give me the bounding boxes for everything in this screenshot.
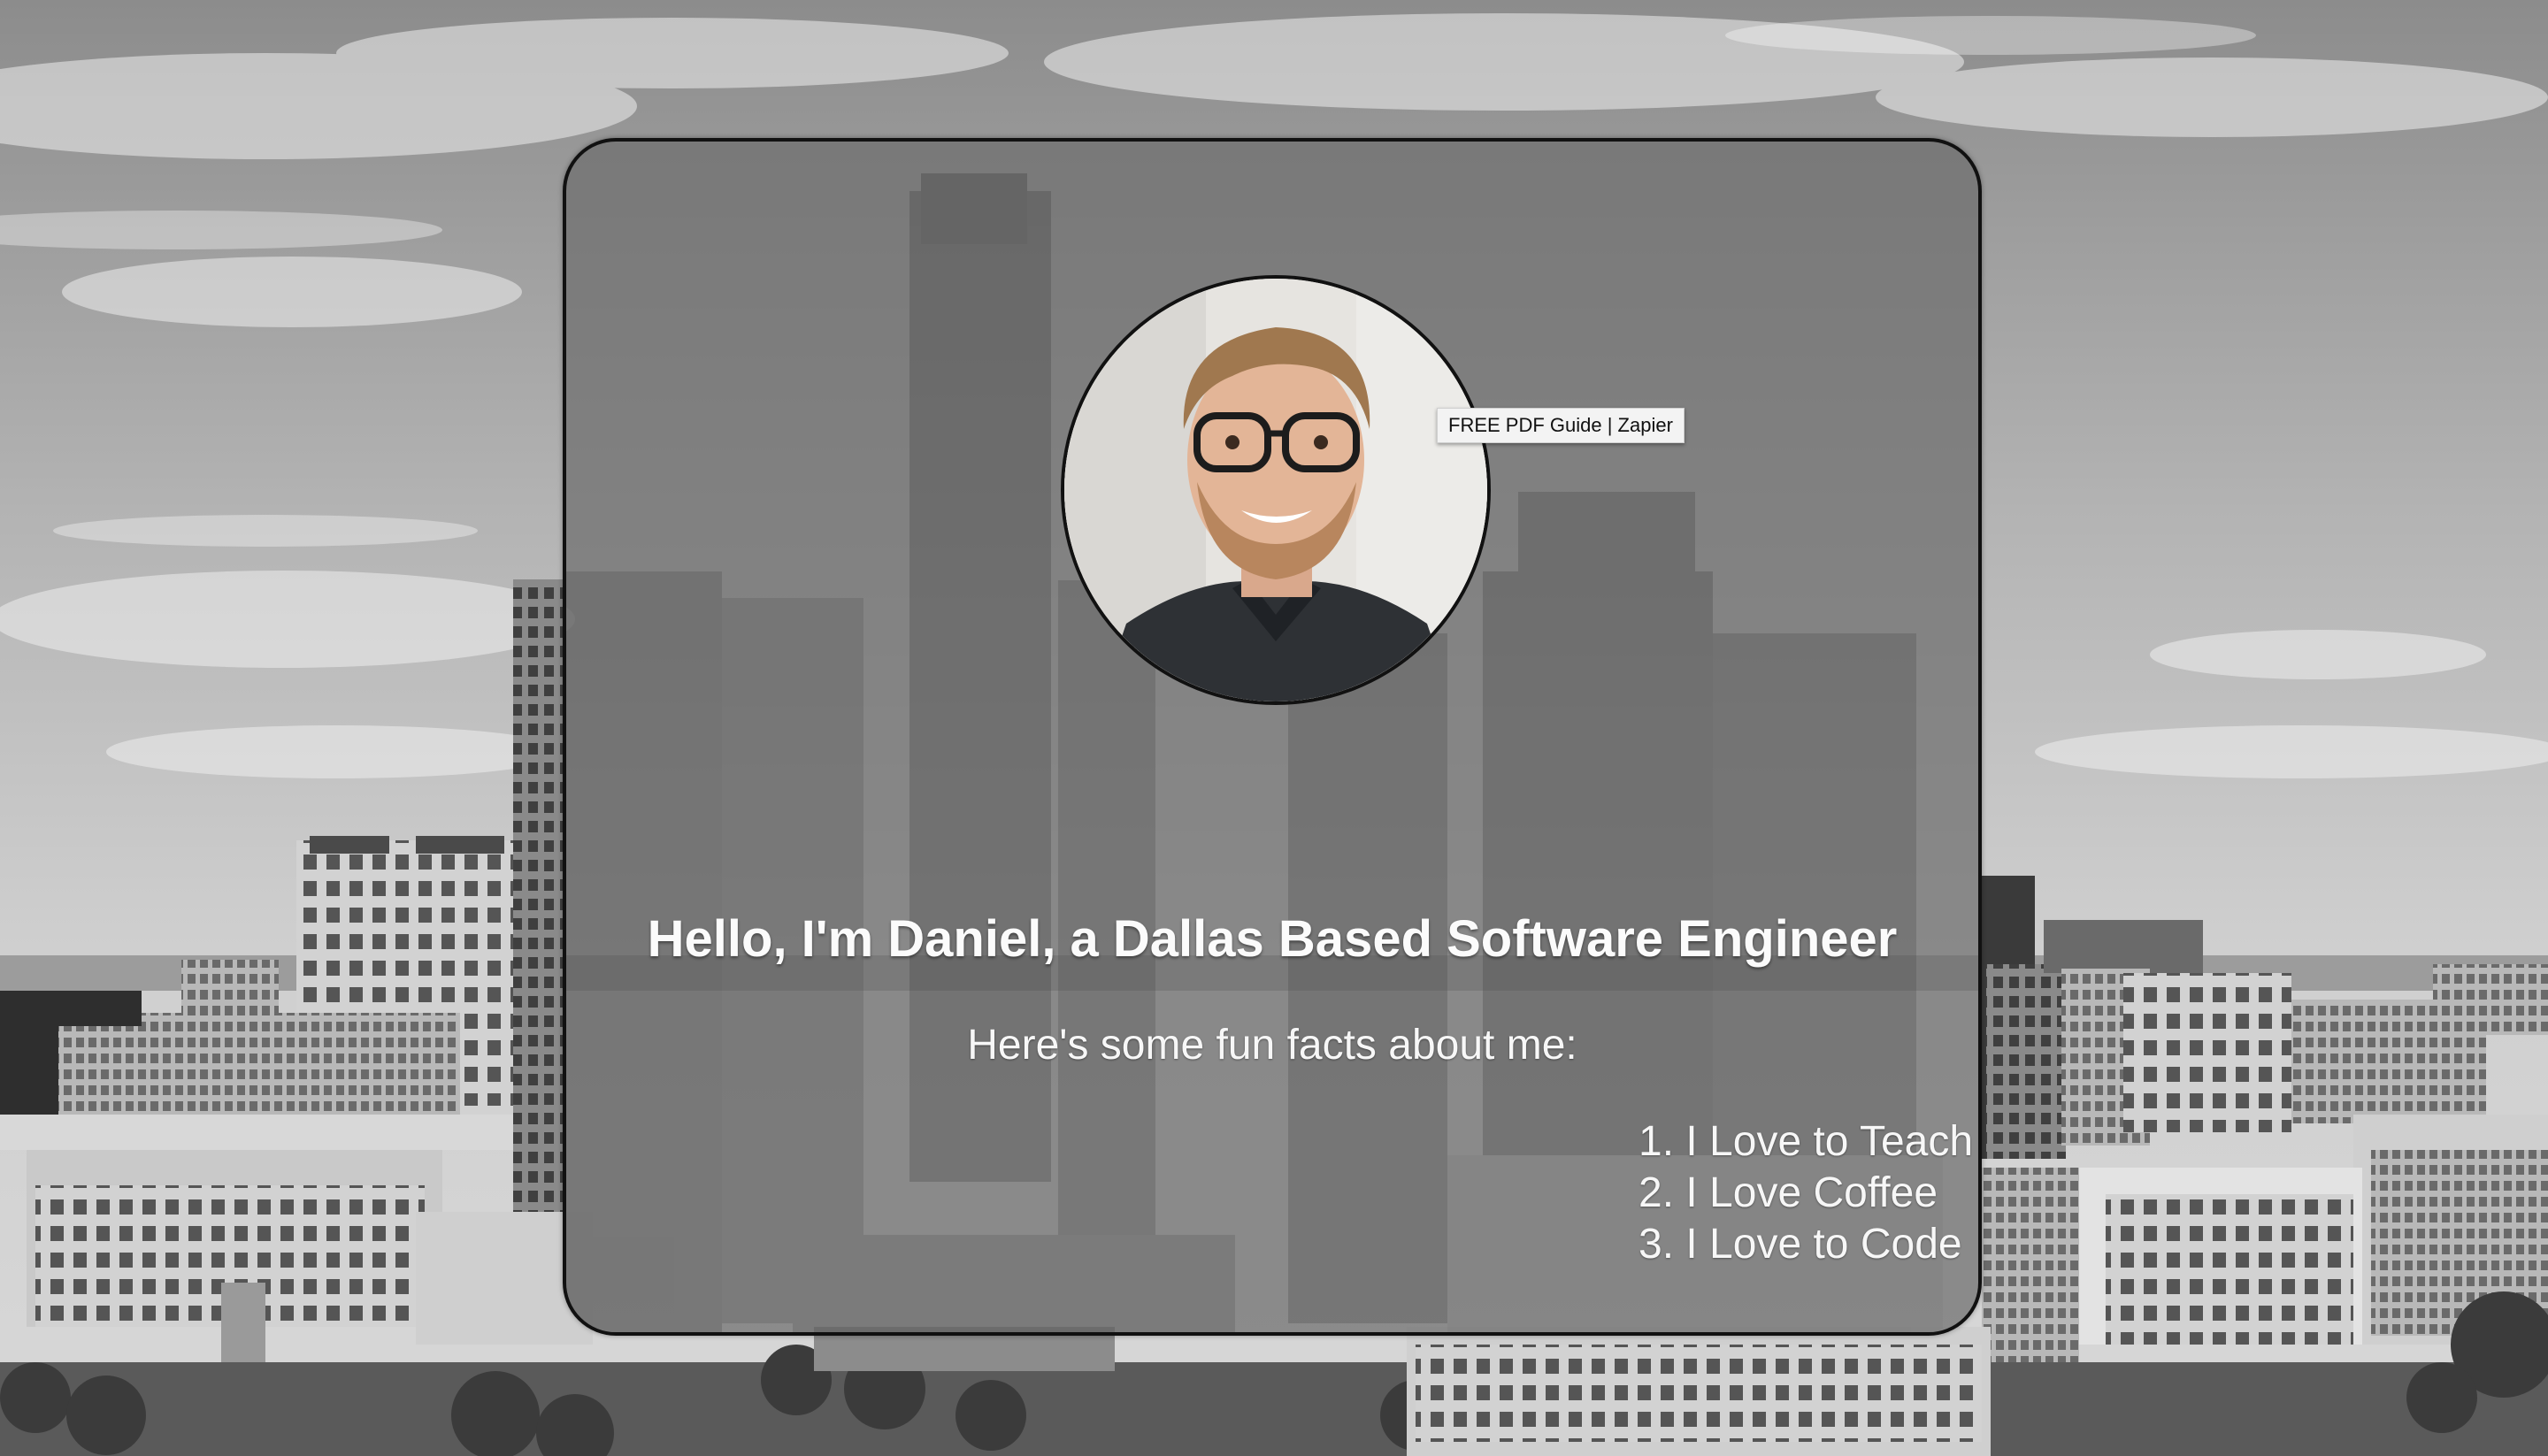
fun-facts-heading: Here's some fun facts about me:: [967, 1022, 1577, 1069]
fact-number: 2.: [1639, 1169, 1675, 1216]
portfolio-page: Hello, I'm Daniel, a Dallas Based Softwa…: [0, 0, 2548, 1456]
profile-photo: [1064, 279, 1487, 701]
fact-text: I Love Coffee: [1685, 1169, 1938, 1216]
fact-text: I Love to Teach: [1685, 1118, 1974, 1165]
fact-number: 1.: [1639, 1118, 1675, 1165]
tooltip: FREE PDF Guide | Zapier: [1437, 408, 1685, 443]
fact-text: I Love to Code: [1685, 1221, 1962, 1268]
profile-avatar: [1061, 275, 1491, 705]
fact-item: 2. I Love Coffee: [1639, 1168, 1973, 1219]
fact-item: 1. I Love to Teach: [1639, 1116, 1973, 1168]
fact-item: 3. I Love to Code: [1639, 1219, 1973, 1270]
headline: Hello, I'm Daniel, a Dallas Based Softwa…: [647, 910, 1898, 968]
fun-facts-list: 1. I Love to Teach 2. I Love Coffee 3. I…: [1639, 1116, 1973, 1270]
intro-card: Hello, I'm Daniel, a Dallas Based Softwa…: [563, 138, 1982, 1336]
fact-number: 3.: [1639, 1221, 1675, 1268]
